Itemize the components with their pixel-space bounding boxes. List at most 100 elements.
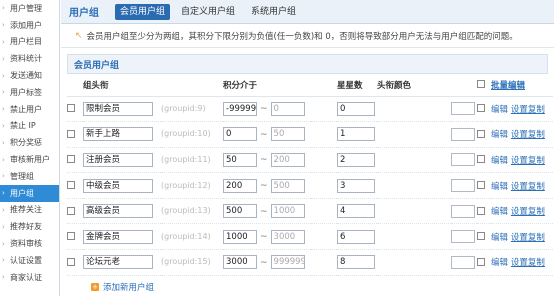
group-name-input[interactable]: 注册会员 <box>83 152 153 167</box>
table-row: 新手上路 (groupid:10) 0 ~50 1 编辑 设置复制 <box>67 121 553 148</box>
credits-low-input[interactable]: 500 <box>223 204 257 219</box>
row-checkbox[interactable] <box>67 232 75 241</box>
sidebar-item[interactable]: › 禁止 IP <box>0 118 59 135</box>
select-all-checkbox[interactable] <box>477 80 485 89</box>
table-header: 组头衔 积分介于 星星数 头衔颜色 批量编辑 <box>67 74 553 97</box>
row-select-checkbox[interactable] <box>477 129 485 138</box>
credits-low-input[interactable]: 0 <box>223 127 257 142</box>
row-select-checkbox[interactable] <box>477 257 485 266</box>
group-name-input[interactable]: 限制会员 <box>83 101 153 116</box>
row-checkbox[interactable] <box>67 155 75 164</box>
sidebar-item[interactable]: › 认证设置 <box>0 252 59 269</box>
copy-settings-link[interactable]: 设置复制 <box>511 207 545 217</box>
row-checkbox[interactable] <box>67 206 75 215</box>
color-picker[interactable] <box>451 255 475 269</box>
sidebar-item-label: 审核新用户 <box>10 155 50 165</box>
sidebar-item[interactable]: › 管理组 <box>0 168 59 185</box>
row-checkbox[interactable] <box>67 129 75 138</box>
edit-link[interactable]: 编辑 <box>491 258 508 268</box>
stars-input[interactable]: 2 <box>337 152 375 167</box>
credits-high-input[interactable]: 50 <box>270 127 305 142</box>
credits-low-input[interactable]: 200 <box>223 178 257 193</box>
color-picker[interactable] <box>451 204 475 218</box>
color-picker[interactable] <box>451 127 475 141</box>
group-name-input[interactable]: 高级会员 <box>83 204 153 219</box>
row-select-checkbox[interactable] <box>477 232 485 241</box>
edit-link[interactable]: 编辑 <box>491 156 508 166</box>
row-checkbox[interactable] <box>67 104 75 113</box>
sidebar-item[interactable]: › 发送通知 <box>0 67 59 84</box>
sidebar-item[interactable]: › 推荐关注 <box>0 202 59 219</box>
edit-link[interactable]: 编辑 <box>491 182 508 192</box>
range-separator: ~ <box>260 206 268 217</box>
sidebar-item-label: 发送通知 <box>10 71 42 81</box>
add-group-button[interactable]: + 添加新用户组 <box>61 276 554 296</box>
sidebar-item[interactable]: › 推荐好友 <box>0 218 59 235</box>
edit-link[interactable]: 编辑 <box>491 207 508 217</box>
credits-low-input[interactable]: 1000 <box>223 229 257 244</box>
copy-settings-link[interactable]: 设置复制 <box>511 105 545 115</box>
sidebar-item[interactable]: › 用户栏目 <box>0 34 59 51</box>
tab-custom-groups[interactable]: 自定义用户组 <box>176 4 240 20</box>
row-checkbox[interactable] <box>67 257 75 266</box>
row-select-checkbox[interactable] <box>477 181 485 190</box>
edit-link[interactable]: 编辑 <box>491 130 508 140</box>
color-picker[interactable] <box>451 179 475 193</box>
row-checkbox[interactable] <box>67 181 75 190</box>
row-select-checkbox[interactable] <box>477 104 485 113</box>
credits-high-input[interactable]: 0 <box>270 101 305 116</box>
sidebar-item[interactable]: › 资料统计 <box>0 50 59 67</box>
sidebar-item-active[interactable]: › 用户组 <box>0 184 59 202</box>
range-separator: ~ <box>260 129 268 140</box>
stars-input[interactable]: 3 <box>337 178 375 193</box>
table-row: 中级会员 (groupid:12) 200 ~500 3 编辑 设置复制 <box>67 172 553 199</box>
arrow-right-icon: › <box>2 121 5 130</box>
credits-high-input[interactable]: 500 <box>270 178 305 193</box>
copy-settings-link[interactable]: 设置复制 <box>511 156 545 166</box>
range-separator: ~ <box>260 181 268 192</box>
credits-high-input[interactable]: 999999 <box>270 255 305 270</box>
copy-settings-link[interactable]: 设置复制 <box>511 130 545 140</box>
tab-member-groups[interactable]: 会员用户组 <box>115 3 171 20</box>
group-name-input[interactable]: 论坛元老 <box>83 255 153 270</box>
sidebar-item[interactable]: › 审核新用户 <box>0 151 59 168</box>
edit-link[interactable]: 编辑 <box>491 105 508 115</box>
credits-high-input[interactable]: 3000 <box>270 229 305 244</box>
sidebar-item[interactable]: › 禁止用户 <box>0 101 59 118</box>
color-picker[interactable] <box>451 230 475 244</box>
group-name-input[interactable]: 金牌会员 <box>83 229 153 244</box>
sidebar-item[interactable]: › 添加用户 <box>0 17 59 34</box>
row-select-checkbox[interactable] <box>477 155 485 164</box>
tab-system-groups[interactable]: 系统用户组 <box>246 4 301 20</box>
arrow-right-icon: › <box>2 155 5 164</box>
sidebar-item[interactable]: › 资料审核 <box>0 235 59 252</box>
stars-input[interactable]: 0 <box>337 101 375 116</box>
stars-input[interactable]: 1 <box>337 127 375 142</box>
edit-link[interactable]: 编辑 <box>491 233 508 243</box>
credits-high-input[interactable]: 200 <box>270 152 305 167</box>
credits-low-input[interactable]: -99999 <box>223 101 257 116</box>
credits-high-input[interactable]: 1000 <box>270 204 305 219</box>
copy-settings-link[interactable]: 设置复制 <box>511 182 545 192</box>
credits-low-input[interactable]: 50 <box>223 152 257 167</box>
stars-input[interactable]: 4 <box>337 204 375 219</box>
group-name-input[interactable]: 新手上路 <box>83 127 153 142</box>
column-header-name: 组头衔 <box>83 80 109 91</box>
sidebar-item[interactable]: › 积分奖惩 <box>0 134 59 151</box>
table-row: 论坛元老 (groupid:15) 3000 ~999999 8 编辑 设置复制 <box>67 249 553 276</box>
group-id-label: (groupid:14) <box>161 231 211 241</box>
row-select-checkbox[interactable] <box>477 206 485 215</box>
group-name-input[interactable]: 中级会员 <box>83 178 153 193</box>
stars-input[interactable]: 6 <box>337 229 375 244</box>
copy-settings-link[interactable]: 设置复制 <box>511 258 545 268</box>
credits-low-input[interactable]: 3000 <box>223 255 257 270</box>
copy-settings-link[interactable]: 设置复制 <box>511 233 545 243</box>
color-picker[interactable] <box>451 102 475 116</box>
stars-input[interactable]: 8 <box>337 255 375 270</box>
color-picker[interactable] <box>451 153 475 167</box>
sidebar-item[interactable]: › 用户管理 <box>0 0 59 17</box>
batch-edit-link[interactable]: 批量编辑 <box>491 81 525 91</box>
sidebar-item-label: 用户标签 <box>10 87 42 97</box>
sidebar-item[interactable]: › 商家认证 <box>0 269 59 286</box>
sidebar-item[interactable]: › 用户标签 <box>0 84 59 101</box>
